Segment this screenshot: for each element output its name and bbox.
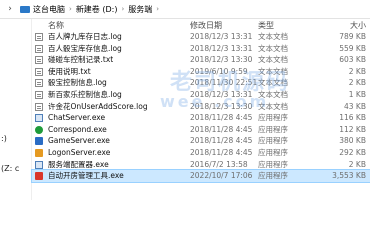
- file-date: 2018/12/3 13:30: [190, 55, 253, 65]
- file-date: 2018/11/28 4:45: [190, 147, 253, 157]
- chat-server-icon: [35, 114, 43, 123]
- file-name: 骰宝控制信息.log: [48, 78, 107, 88]
- column-name-header[interactable]: 名称: [48, 20, 64, 31]
- text-file-icon: [35, 56, 43, 65]
- file-row[interactable]: 使用说明.txt 2019/6/10 9:59 文本文档 2 KB: [32, 66, 370, 78]
- nav-item-network-drive-z[interactable]: (Z: c: [1, 164, 19, 173]
- log-file-icon: [35, 102, 43, 111]
- file-size: 112 KB: [339, 124, 366, 134]
- file-name: 自动开房管理工具.exe: [48, 171, 124, 181]
- file-size: 43 KB: [344, 101, 366, 111]
- file-row[interactable]: 许金花OnUserAddScore.log 2018/12/3 13:30 文本文档…: [32, 101, 370, 113]
- breadcrumb-separator-icon[interactable]: ›: [69, 5, 72, 13]
- config-tool-icon: [35, 160, 43, 169]
- file-type: 应用程序: [258, 136, 288, 146]
- file-row[interactable]: 骰宝控制信息.log 2018/11/30 22:51 文本文档 2 KB: [32, 77, 370, 89]
- file-name: 使用说明.txt: [48, 66, 91, 76]
- file-date: 2018/11/28 4:45: [190, 136, 253, 146]
- file-name: 碰碰车控制记录.txt: [48, 55, 114, 65]
- address-bar[interactable]: › 这台电脑 › 新建卷 (D:) › 服务端 ›: [0, 0, 370, 19]
- file-date: 2019/6/10 9:59: [190, 66, 248, 76]
- game-server-icon: [35, 137, 43, 146]
- file-size: 1 KB: [348, 89, 366, 99]
- logon-server-icon: [35, 148, 43, 157]
- file-date: 2018/12/3 13:31: [190, 89, 253, 99]
- file-type: 应用程序: [258, 159, 288, 169]
- file-name: 百人牌九库存日志.log: [48, 32, 122, 41]
- file-size: 559 KB: [339, 43, 366, 53]
- file-type: 文本文档: [258, 55, 288, 65]
- file-type: 应用程序: [258, 113, 288, 123]
- log-file-icon: [35, 44, 43, 53]
- file-name: GameServer.exe: [48, 136, 110, 146]
- this-pc-icon: [20, 5, 30, 13]
- column-size-header[interactable]: 大小: [350, 20, 366, 31]
- file-name: 百人骰宝库存信息.log: [48, 43, 122, 53]
- file-size: 3,553 KB: [332, 171, 366, 181]
- file-name: 服务端配置器.exe: [48, 159, 109, 169]
- file-name: LogonServer.exe: [48, 147, 111, 157]
- column-header: 名称 修改日期 类型 大小: [32, 20, 370, 30]
- log-file-icon: [35, 79, 43, 88]
- file-date: 2018/11/28 4:45: [190, 124, 253, 134]
- file-row[interactable]: Correspond.exe 2018/11/28 4:45 应用程序 112 KB: [32, 124, 370, 136]
- file-size: 2 KB: [348, 66, 366, 76]
- file-name: 新百家乐控制信息.log: [48, 89, 122, 99]
- correspond-icon: [35, 125, 43, 134]
- file-row[interactable]: LogonServer.exe 2018/11/28 4:45 应用程序 292 KB: [32, 147, 370, 159]
- file-name: Correspond.exe: [48, 124, 107, 134]
- file-date: 2018/11/28 4:45: [190, 113, 253, 123]
- file-date: 2018/11/30 22:51: [190, 78, 258, 88]
- file-name: 许金花OnUserAddScore.log: [48, 101, 148, 111]
- file-type: 应用程序: [258, 147, 288, 157]
- file-date: 2018/12/3 13:31: [190, 32, 253, 41]
- file-type: 文本文档: [258, 101, 288, 111]
- file-date: 2018/12/3 13:30: [190, 101, 253, 111]
- file-size: 116 KB: [339, 113, 366, 123]
- file-type: 文本文档: [258, 78, 288, 88]
- room-manager-icon: [35, 172, 43, 181]
- breadcrumb-this-pc[interactable]: 这台电脑: [33, 4, 65, 15]
- breadcrumb-server-folder[interactable]: 服务端: [128, 4, 152, 15]
- file-row[interactable]: 百人牌九库存日志.log 2018/12/3 13:31 文本文档 789 KB: [32, 31, 370, 43]
- file-row[interactable]: 百人骰宝库存信息.log 2018/12/3 13:31 文本文档 559 KB: [32, 43, 370, 55]
- breadcrumb-separator-icon[interactable]: ›: [121, 5, 124, 13]
- log-file-icon: [35, 90, 43, 99]
- file-row-selected[interactable]: 自动开房管理工具.exe 2022/10/7 17:06 应用程序 3,553 KB: [31, 169, 370, 183]
- file-size: 380 KB: [339, 136, 366, 146]
- breadcrumb-drive-d[interactable]: 新建卷 (D:): [76, 4, 118, 15]
- file-type: 文本文档: [258, 66, 288, 76]
- file-date: 2022/10/7 17:06: [190, 171, 253, 181]
- file-date: 2016/7/2 13:58: [190, 159, 248, 169]
- navigation-pane: :) (Z: c: [0, 19, 32, 200]
- text-file-icon: [35, 67, 43, 76]
- column-date-header[interactable]: 修改日期: [190, 20, 222, 31]
- breadcrumb-separator-icon[interactable]: ›: [156, 5, 159, 13]
- file-name: ChatServer.exe: [48, 113, 106, 123]
- file-type: 应用程序: [258, 124, 288, 134]
- file-type: 应用程序: [258, 171, 288, 181]
- file-size: 2 KB: [348, 78, 366, 88]
- file-row[interactable]: 服务端配置器.exe 2016/7/2 13:58 应用程序 2 KB: [32, 159, 370, 171]
- file-date: 2018/12/3 13:31: [190, 43, 253, 53]
- file-list: 百人牌九库存日志.log 2018/12/3 13:31 文本文档 789 KB 百人…: [31, 31, 370, 183]
- file-row[interactable]: GameServer.exe 2018/11/28 4:45 应用程序 380 KB: [32, 135, 370, 147]
- file-row[interactable]: 碰碰车控制记录.txt 2018/12/3 13:30 文本文档 603 KB: [32, 54, 370, 66]
- up-arrow-icon[interactable]: ›: [0, 4, 20, 14]
- file-size: 2 KB: [348, 159, 366, 169]
- file-size: 292 KB: [339, 147, 366, 157]
- file-type: 文本文档: [258, 32, 288, 41]
- log-file-icon: [35, 33, 43, 41]
- file-row[interactable]: 新百家乐控制信息.log 2018/12/3 13:31 文本文档 1 KB: [32, 89, 370, 101]
- file-size: 789 KB: [339, 32, 366, 41]
- file-type: 文本文档: [258, 89, 288, 99]
- nav-item-drive[interactable]: :): [1, 134, 7, 143]
- file-size: 603 KB: [339, 55, 366, 65]
- breadcrumb: 这台电脑 › 新建卷 (D:) › 服务端 ›: [33, 4, 163, 15]
- column-type-header[interactable]: 类型: [258, 20, 274, 31]
- file-type: 文本文档: [258, 43, 288, 53]
- file-row[interactable]: ChatServer.exe 2018/11/28 4:45 应用程序 116 KB: [32, 112, 370, 124]
